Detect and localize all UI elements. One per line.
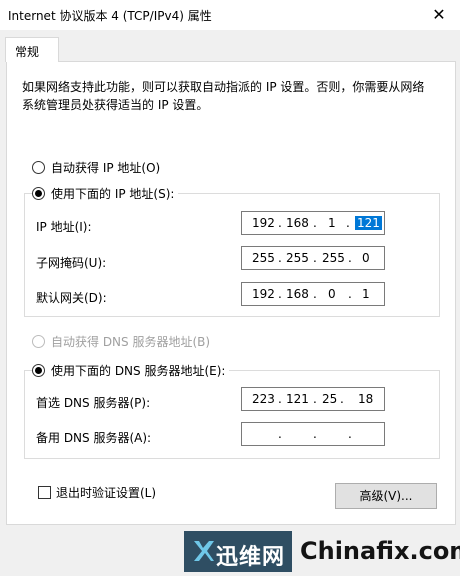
title-bar: Internet 协议版本 4 (TCP/IPv4) 属性 ✕ xyxy=(0,0,460,30)
selected-octet: 121 xyxy=(355,216,382,230)
subnet-mask-label: 子网掩码(U): xyxy=(36,256,107,270)
radio-manual-dns-label: 使用下面的 DNS 服务器地址(E): xyxy=(51,363,226,378)
tab-general[interactable]: 常规 xyxy=(5,37,59,62)
watermark-logo-text: 迅维网 xyxy=(216,545,286,570)
radio-auto-ip-indicator[interactable] xyxy=(32,160,45,174)
default-gateway-label: 默认网关(D): xyxy=(36,291,107,305)
subnet-mask-input[interactable]: 255 . 255 . 255 . 0 xyxy=(241,246,385,270)
advanced-button[interactable]: 高级(V)... xyxy=(335,483,437,509)
radio-auto-ip-label: 自动获得 IP 地址(O) xyxy=(51,160,161,175)
watermark-site-text: Chinafix.com xyxy=(300,537,460,565)
default-gateway-input[interactable]: 192 . 168 . 0 . 1 xyxy=(241,282,385,306)
description-text: 如果网络支持此功能，则可以获取自动指派的 IP 设置。否则，你需要从网络系统管理… xyxy=(22,80,425,112)
preferred-dns-label: 首选 DNS 服务器(P): xyxy=(36,396,151,410)
validate-on-exit[interactable]: 退出时验证设置(L) xyxy=(38,484,156,500)
radio-manual-ip-indicator[interactable] xyxy=(32,186,45,200)
radio-auto-ip[interactable]: 自动获得 IP 地址(O) xyxy=(32,158,160,176)
preferred-dns-input[interactable]: 223 . 121 . 25 . 18 xyxy=(241,387,385,411)
radio-auto-dns[interactable]: 自动获得 DNS 服务器地址(B) xyxy=(32,332,210,350)
watermark-logo: 迅维网 xyxy=(184,531,292,572)
watermark-x-icon xyxy=(194,541,214,561)
ip-address-label: IP 地址(I): xyxy=(36,220,92,234)
radio-manual-dns[interactable]: 使用下面的 DNS 服务器地址(E): xyxy=(32,361,230,379)
radio-manual-ip[interactable]: 使用下面的 IP 地址(S): xyxy=(32,184,179,202)
window-title: Internet 协议版本 4 (TCP/IPv4) 属性 xyxy=(8,9,212,23)
radio-auto-dns-label: 自动获得 DNS 服务器地址(B) xyxy=(51,334,211,349)
radio-auto-dns-indicator[interactable] xyxy=(32,334,45,348)
validate-on-exit-checkbox[interactable] xyxy=(38,485,51,499)
alternate-dns-input[interactable]: . . . xyxy=(241,422,385,446)
alternate-dns-label: 备用 DNS 服务器(A): xyxy=(36,431,152,445)
radio-manual-ip-label: 使用下面的 IP 地址(S): xyxy=(51,186,175,201)
ip-address-input[interactable]: 192 . 168 . 1 . 121 xyxy=(241,211,385,235)
tab-general-label: 常规 xyxy=(15,45,40,59)
close-icon[interactable]: ✕ xyxy=(418,0,460,30)
validate-on-exit-label: 退出时验证设置(L) xyxy=(56,485,157,500)
radio-manual-dns-indicator[interactable] xyxy=(32,363,45,377)
